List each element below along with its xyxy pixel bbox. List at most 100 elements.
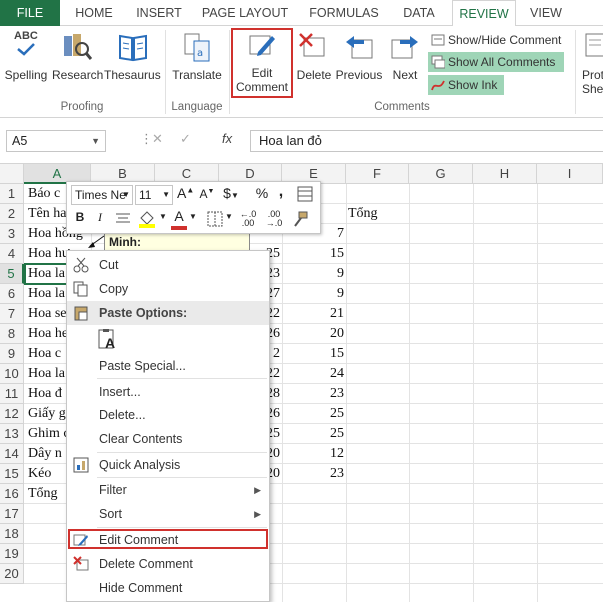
row-header[interactable]: 3 [0,224,24,244]
row-header[interactable]: 15 [0,464,24,484]
cancel-icon[interactable]: ✕ [152,131,163,147]
comment-box[interactable]: Minh: [104,232,250,252]
row-header[interactable]: 18 [0,524,24,544]
select-all-corner[interactable] [0,164,24,184]
increase-decimal-button[interactable]: ←.0 .00 [237,210,259,228]
protect-label: Prot [582,68,603,82]
cell-e7[interactable]: 21 [284,304,344,324]
cell-e11[interactable]: 23 [284,384,344,404]
menu-item-delete[interactable]: Delete... [67,403,269,427]
chevron-down-icon[interactable]: ▼ [122,186,130,204]
cell-e12[interactable]: 25 [284,404,344,424]
cell-e10[interactable]: 24 [284,364,344,384]
align-center-icon[interactable] [115,212,131,226]
chevron-down-icon[interactable]: ▼ [159,212,167,221]
row-header[interactable]: 6 [0,284,24,304]
menu-item-copy[interactable]: Copy [67,277,269,301]
enter-icon[interactable]: ✓ [180,131,191,147]
thesaurus-button[interactable]: Thesaurus [104,28,161,88]
tab-page-layout[interactable]: PAGE LAYOUT [194,0,296,26]
cell-f2[interactable]: Tổng [348,204,408,224]
menu-item-filter[interactable]: Filter ▶ [67,478,269,502]
name-box[interactable]: A5 ▼ [6,130,106,152]
column-header[interactable]: F [346,164,409,184]
column-header[interactable]: G [409,164,473,184]
spelling-button[interactable]: ABC Spelling [4,28,48,88]
tab-home[interactable]: HOME [64,0,124,26]
chevron-down-icon[interactable]: ▼ [189,212,197,221]
formula-input[interactable]: Hoa lan đỏ [250,130,603,152]
paste-option-keep-text[interactable]: A [97,329,119,351]
previous-comment-button[interactable]: Previous [334,28,384,88]
menu-item-clear-contents[interactable]: Clear Contents [67,427,269,451]
comma-style-button[interactable]: , [275,183,287,201]
shrink-font-button[interactable]: A▼ [199,187,215,201]
comment-connector [88,235,105,248]
menu-item-paste-special[interactable]: Paste Special... [67,354,269,378]
menu-item-quick-analysis[interactable]: Quick Analysis [67,453,269,477]
cell-e13[interactable]: 25 [284,424,344,444]
row-header[interactable]: 1 [0,184,24,204]
protect-sheet-button[interactable]: Prot She [578,28,603,94]
cell-e15[interactable]: 23 [284,464,344,484]
cell-e6[interactable]: 9 [284,284,344,304]
grow-font-button[interactable]: A▲ [177,185,194,201]
chevron-down-icon[interactable]: ▼ [91,131,100,151]
row-header[interactable]: 10 [0,364,24,384]
borders-icon[interactable] [207,211,223,227]
italic-button[interactable]: I [93,210,107,225]
row-header[interactable]: 4 [0,244,24,264]
currency-button[interactable]: $▼ [221,185,241,201]
tab-review[interactable]: REVIEW [452,0,516,27]
decrease-decimal-button[interactable]: .00 →.0 [263,210,285,228]
row-header[interactable]: 12 [0,404,24,424]
show-hide-comment-button[interactable]: Show/Hide Comment [428,30,568,50]
fill-color-icon[interactable] [137,210,159,228]
cell-e8[interactable]: 20 [284,324,344,344]
show-all-comments-button[interactable]: Show All Comments [428,52,564,72]
font-size-box[interactable]: 11 ▼ [135,185,173,205]
row-header[interactable]: 19 [0,544,24,564]
tab-view[interactable]: VIEW [522,0,570,26]
borders-format-icon[interactable] [297,186,313,202]
font-color-button[interactable]: A [171,208,187,224]
menu-item-sort[interactable]: Sort ▶ [67,502,269,526]
menu-item-delete-comment[interactable]: Delete Comment [67,552,269,576]
next-comment-button[interactable]: Next [386,28,424,88]
row-header[interactable]: 16 [0,484,24,504]
column-header[interactable]: I [537,164,603,184]
translate-button[interactable]: a Translate [168,28,226,88]
column-header[interactable]: H [473,164,537,184]
row-header[interactable]: 5 [0,264,24,284]
row-header[interactable]: 7 [0,304,24,324]
menu-item-cut[interactable]: Cut [67,253,269,277]
row-header[interactable]: 11 [0,384,24,404]
chevron-down-icon[interactable]: ▼ [162,186,170,204]
show-ink-button[interactable]: Show Ink [428,75,504,95]
insert-function-icon[interactable]: fx [222,131,232,146]
row-header[interactable]: 2 [0,204,24,224]
percent-button[interactable]: % [253,185,271,201]
row-header[interactable]: 17 [0,504,24,524]
menu-item-hide-comment[interactable]: Hide Comment [67,576,269,600]
cell-e5[interactable]: 9 [284,264,344,284]
chevron-down-icon[interactable]: ▼ [225,212,233,221]
bold-button[interactable]: B [73,210,87,224]
tab-insert[interactable]: INSERT [128,0,190,26]
row-header[interactable]: 13 [0,424,24,444]
menu-item-insert[interactable]: Insert... [67,380,269,404]
research-button[interactable]: Research [52,28,103,88]
cell-e14[interactable]: 12 [284,444,344,464]
row-header[interactable]: 20 [0,564,24,584]
cell-e4[interactable]: 15 [284,244,344,264]
tab-data[interactable]: DATA [392,0,446,26]
cell-e9[interactable]: 15 [284,344,344,364]
font-name-box[interactable]: Times Ne ▼ [71,185,133,205]
row-header[interactable]: 14 [0,444,24,464]
tab-formulas[interactable]: FORMULAS [300,0,388,26]
tab-file[interactable]: FILE [0,0,60,26]
delete-comment-ribbon-button[interactable]: Delete [294,28,334,88]
row-header[interactable]: 9 [0,344,24,364]
row-header[interactable]: 8 [0,324,24,344]
format-painter-icon[interactable] [291,210,309,228]
